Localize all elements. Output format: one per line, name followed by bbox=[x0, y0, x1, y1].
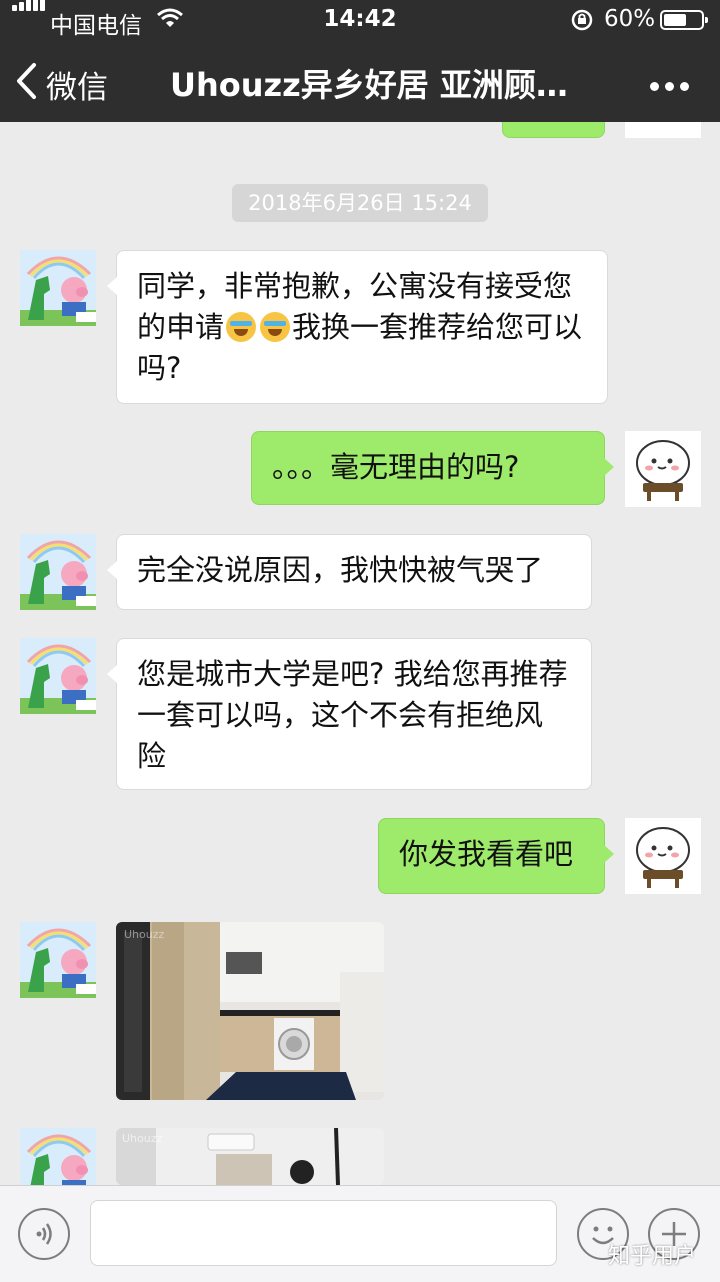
message-bubble-self[interactable]: 你发我看看吧 bbox=[378, 818, 614, 894]
message-text: 完全没说原因，我快快被气哭了 bbox=[137, 553, 544, 587]
battery-percent: 60% bbox=[604, 6, 656, 32]
back-button[interactable]: 微信 bbox=[46, 62, 108, 107]
more-icon[interactable] bbox=[650, 76, 695, 95]
avatar-other[interactable] bbox=[20, 250, 96, 326]
message-bubble[interactable]: 完全没说原因，我快快被气哭了 bbox=[107, 534, 592, 610]
timestamp: 2018年6月26日 15:24 bbox=[232, 184, 488, 222]
avatar-other[interactable] bbox=[20, 638, 96, 714]
avatar-other[interactable] bbox=[20, 1128, 96, 1185]
avatar-self[interactable] bbox=[625, 818, 701, 894]
battery-icon bbox=[660, 10, 708, 30]
chat-area[interactable]: 2018年6月26日 15:24 同学，非常抱歉，公寓没有接受您的申请 我换一套推… bbox=[0, 122, 720, 1185]
image-message[interactable]: Uhouzz bbox=[116, 922, 384, 1100]
status-bar: 中国电信 14:42 60% bbox=[0, 0, 720, 40]
avatar-self[interactable] bbox=[625, 431, 701, 507]
crying-laughing-emoji bbox=[260, 312, 291, 342]
avatar-other[interactable] bbox=[20, 922, 96, 998]
image-watermark: Uhouzz bbox=[124, 928, 164, 941]
message-text: 你发我看看吧 bbox=[399, 837, 574, 871]
chevron-left-icon[interactable] bbox=[14, 62, 40, 100]
previous-message-bubble bbox=[502, 122, 605, 138]
avatar-self[interactable] bbox=[625, 122, 701, 138]
voice-icon[interactable] bbox=[18, 1208, 70, 1260]
message-text: 。。。毫无理由的吗? bbox=[272, 450, 520, 484]
crying-laughing-emoji bbox=[226, 312, 257, 342]
message-bubble[interactable]: 同学，非常抱歉，公寓没有接受您的申请 我换一套推荐给您可以吗? bbox=[107, 250, 608, 404]
rotation-lock-icon bbox=[571, 9, 593, 31]
image-message[interactable]: Uhouzz bbox=[116, 1128, 384, 1185]
message-bubble[interactable]: 您是城市大学是吧? 我给您再推荐一套可以吗，这个不会有拒绝风险 bbox=[107, 638, 592, 790]
message-bubble-self[interactable]: 。。。毫无理由的吗? bbox=[251, 431, 614, 505]
nav-bar: 微信 Uhouzz异乡好居 亚洲顾… bbox=[0, 40, 720, 122]
image-watermark: Uhouzz bbox=[122, 1132, 162, 1145]
message-text: 您是城市大学是吧? 我给您再推荐一套可以吗，这个不会有拒绝风险 bbox=[137, 657, 568, 773]
message-input[interactable] bbox=[90, 1200, 557, 1266]
chat-title: Uhouzz异乡好居 亚洲顾… bbox=[170, 66, 568, 104]
watermark: 知乎用户 bbox=[608, 1244, 697, 1269]
avatar-other[interactable] bbox=[20, 534, 96, 610]
